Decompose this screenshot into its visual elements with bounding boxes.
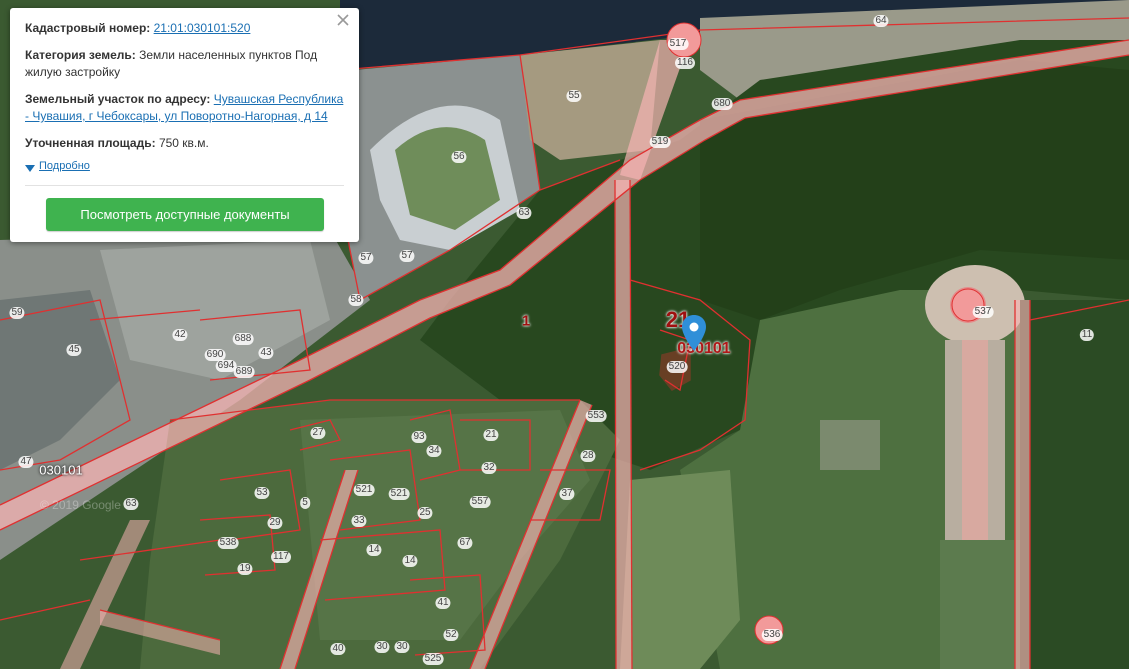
parcel-label[interactable]: 557 — [469, 496, 491, 508]
parcel-label[interactable]: 56 — [451, 151, 467, 163]
parcel-label[interactable]: 689 — [233, 366, 255, 378]
parcel-label[interactable]: 553 — [585, 410, 607, 422]
area-row: Уточненная площадь: 750 кв.м. — [25, 135, 344, 152]
parcel-label[interactable]: 5 — [300, 497, 310, 509]
details-link[interactable]: Подробно — [39, 158, 90, 175]
area-value: 750 кв.м. — [158, 136, 209, 150]
parcel-label[interactable]: 11 — [1079, 329, 1095, 341]
parcel-label[interactable]: 116 — [675, 57, 695, 69]
parcel-label[interactable]: 14 — [402, 555, 418, 567]
parcel-label[interactable]: 537 — [972, 306, 994, 318]
location-pin-icon[interactable] — [682, 315, 706, 351]
details-toggle[interactable]: Подробно — [25, 160, 344, 175]
map-watermark: © 2019 Google — [40, 498, 121, 512]
parcel-label[interactable]: 29 — [267, 517, 283, 529]
view-documents-button[interactable]: Посмотреть доступные документы — [46, 198, 324, 231]
category-row: Категория земель: Земли населенных пункт… — [25, 47, 344, 81]
parcel-label[interactable]: 64 — [873, 15, 889, 27]
parcel-label[interactable]: 19 — [237, 563, 253, 575]
parcel-label[interactable]: 63 — [123, 498, 139, 510]
quarter-number-left-label: 030101 — [39, 462, 83, 478]
address-row: Земельный участок по адресу: Чувашская Р… — [25, 91, 344, 125]
parcel-label[interactable]: 41 — [435, 597, 451, 609]
parcel-label[interactable]: 67 — [457, 537, 473, 549]
parcel-label[interactable]: 58 — [348, 294, 364, 306]
parcel-label[interactable]: 520 — [666, 361, 688, 373]
parcel-label[interactable]: 519 — [649, 136, 671, 148]
parcel-label[interactable]: 59 — [9, 307, 25, 319]
parcel-label[interactable]: 517 — [667, 38, 689, 50]
parcel-label[interactable]: 30 — [394, 641, 410, 653]
parcel-label[interactable]: 521 — [388, 488, 410, 500]
parcel-label[interactable]: 40 — [330, 643, 346, 655]
parcel-label[interactable]: 47 — [18, 456, 34, 468]
parcel-label[interactable]: 43 — [258, 347, 274, 359]
parcel-label[interactable]: 25 — [417, 507, 433, 519]
area-label: 1 — [521, 312, 531, 330]
parcel-label[interactable]: 536 — [761, 629, 783, 641]
parcel-label[interactable]: 28 — [580, 450, 596, 462]
parcel-label[interactable]: 34 — [426, 445, 442, 457]
parcel-label[interactable]: 688 — [232, 333, 254, 345]
cadastral-row: Кадастровый номер: 21:01:030101:520 — [25, 20, 344, 37]
parcel-label[interactable]: 57 — [399, 250, 415, 262]
popup-divider — [25, 185, 344, 186]
parcel-info-popup: Кадастровый номер: 21:01:030101:520 Кате… — [10, 8, 359, 242]
address-label: Земельный участок по адресу: — [25, 92, 211, 106]
parcel-label[interactable]: 57 — [358, 252, 374, 264]
parcel-label[interactable]: 21 — [483, 429, 499, 441]
parcel-label[interactable]: 93 — [411, 431, 427, 443]
parcel-label[interactable]: 52 — [443, 629, 459, 641]
triangle-down-icon — [25, 164, 35, 172]
parcel-label[interactable]: 45 — [66, 344, 82, 356]
parcel-label[interactable]: 30 — [374, 641, 390, 653]
parcel-label[interactable]: 117 — [271, 551, 291, 563]
cadastral-label: Кадастровый номер: — [25, 21, 151, 35]
parcel-label[interactable]: 521 — [353, 484, 375, 496]
parcel-label[interactable]: 33 — [351, 515, 367, 527]
parcel-label[interactable]: 32 — [481, 462, 497, 474]
close-icon[interactable] — [335, 12, 351, 28]
parcel-label[interactable]: 694 — [215, 360, 237, 372]
parcel-label[interactable]: 680 — [711, 98, 733, 110]
parcel-label[interactable]: 538 — [217, 537, 239, 549]
cadastral-number-link[interactable]: 21:01:030101:520 — [154, 21, 251, 35]
parcel-label[interactable]: 53 — [254, 487, 270, 499]
category-label: Категория земель: — [25, 48, 136, 62]
parcel-label[interactable]: 525 — [422, 653, 444, 665]
parcel-label[interactable]: 27 — [310, 427, 326, 439]
parcel-label[interactable]: 37 — [559, 488, 575, 500]
area-label: Уточненная площадь: — [25, 136, 156, 150]
parcel-label[interactable]: 55 — [566, 90, 582, 102]
map-viewport[interactable]: 64 116 517 55 680 519 56 63 57 57 58 59 … — [0, 0, 1129, 669]
parcel-label[interactable]: 42 — [172, 329, 188, 341]
parcel-label[interactable]: 63 — [516, 207, 532, 219]
parcel-label[interactable]: 14 — [366, 544, 382, 556]
